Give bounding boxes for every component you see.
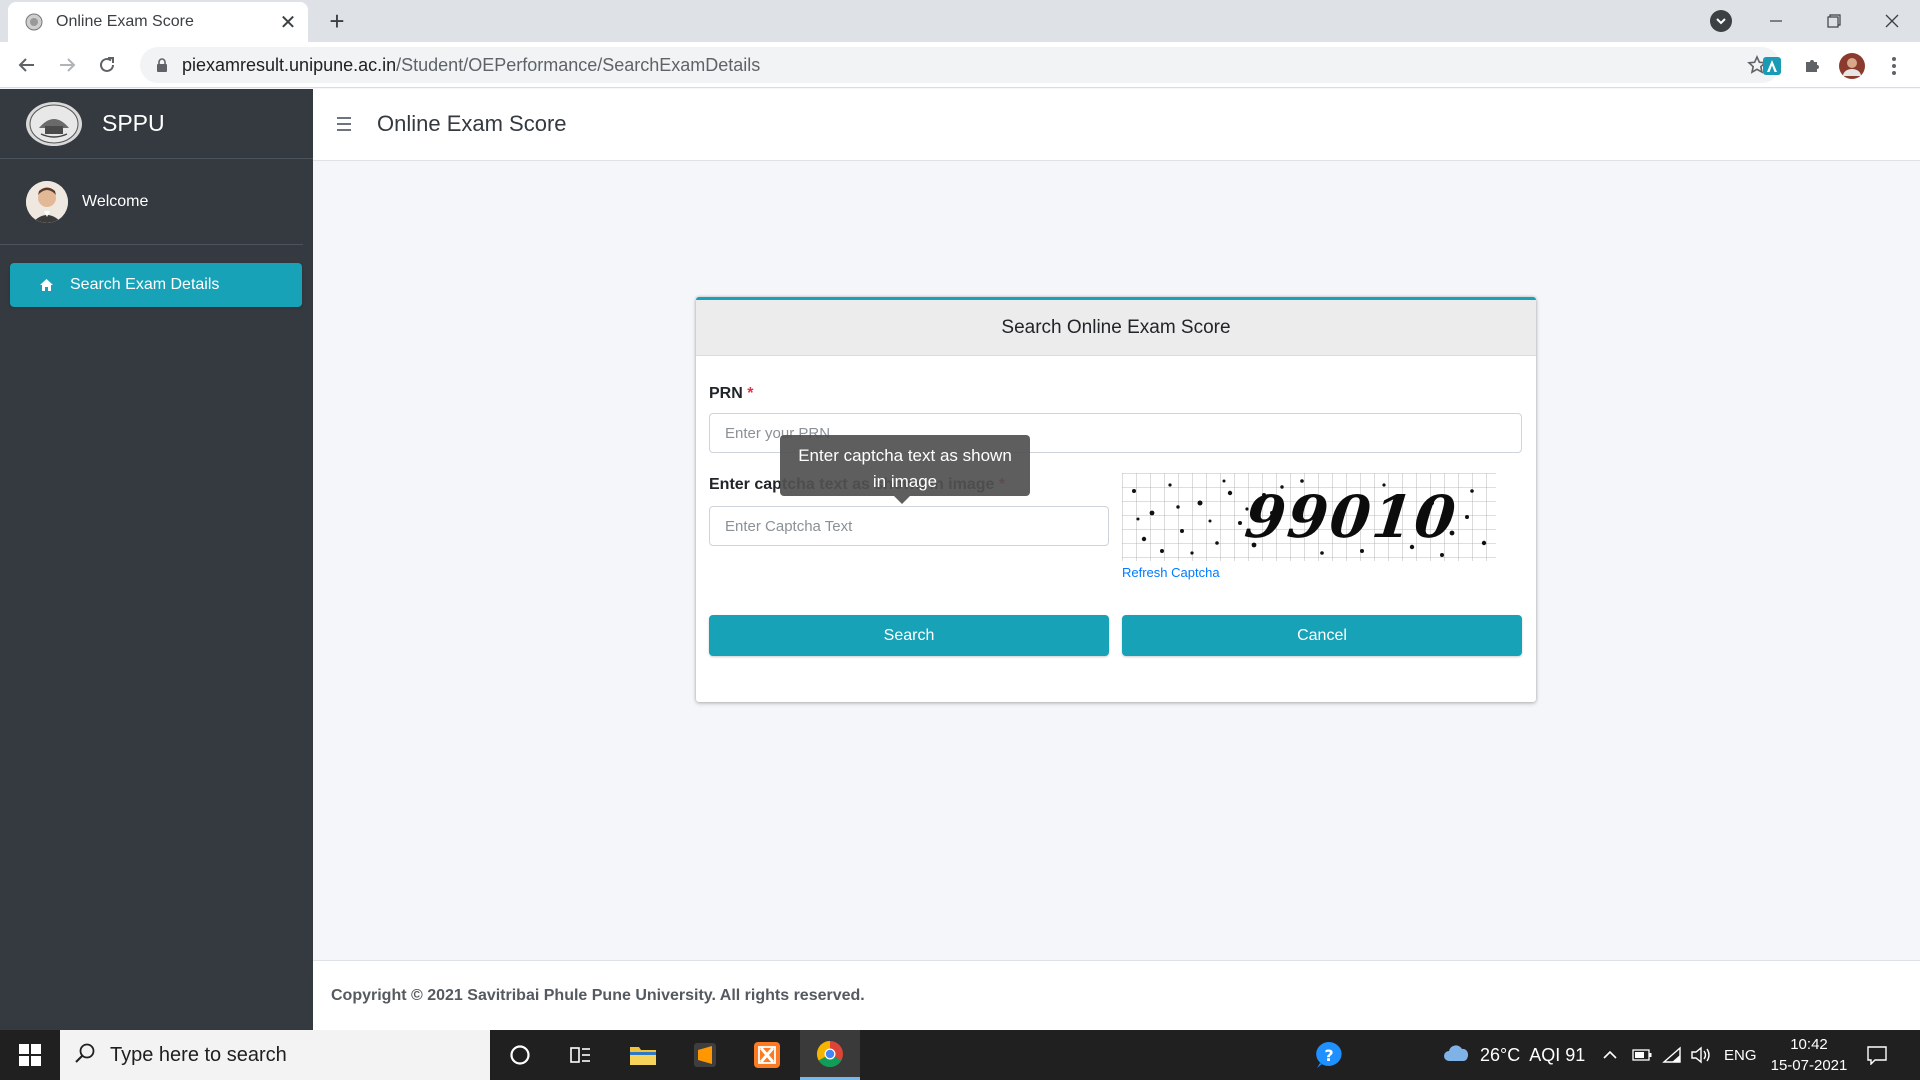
- profile-avatar-icon[interactable]: [1838, 52, 1866, 80]
- lock-icon[interactable]: [154, 57, 170, 73]
- prn-label: PRN *: [709, 385, 753, 403]
- welcome-text: Welcome: [82, 192, 149, 210]
- captcha-input[interactable]: Enter Captcha Text: [709, 506, 1109, 546]
- taskbar-search-box[interactable]: Type here to search: [60, 1030, 490, 1080]
- file-explorer-icon[interactable]: [613, 1030, 673, 1080]
- chevron-up-icon[interactable]: [1602, 1030, 1618, 1080]
- reload-icon[interactable]: [92, 50, 122, 80]
- search-score-card: Search Online Exam Score PRN * Enter you…: [696, 297, 1536, 702]
- volume-icon[interactable]: [1690, 1030, 1712, 1080]
- help-icon[interactable]: ?: [1314, 1030, 1344, 1080]
- chrome-taskbar-icon[interactable]: [800, 1030, 860, 1080]
- sublime-text-icon[interactable]: [675, 1030, 735, 1080]
- sidebar-item-search-exam-details[interactable]: Search Exam Details: [10, 263, 302, 307]
- required-mark: *: [747, 385, 754, 402]
- hamburger-menu-icon[interactable]: [333, 113, 355, 135]
- restore-icon[interactable]: [1806, 0, 1862, 42]
- tab-title: Online Exam Score: [56, 13, 194, 30]
- close-window-icon[interactable]: [1864, 0, 1920, 42]
- card-title: Search Online Exam Score: [696, 300, 1536, 356]
- battery-icon[interactable]: [1632, 1030, 1652, 1080]
- task-view-icon[interactable]: [550, 1030, 610, 1080]
- cancel-button[interactable]: Cancel: [1122, 615, 1522, 656]
- captcha-placeholder: Enter Captcha Text: [725, 517, 853, 535]
- prn-label-text: PRN: [709, 385, 743, 402]
- xampp-icon[interactable]: [737, 1030, 797, 1080]
- home-icon: [38, 277, 54, 293]
- browser-tab-bar: Online Exam Score ✕ +: [0, 0, 1920, 42]
- university-favicon-icon: [24, 12, 44, 32]
- university-logo-icon: [26, 101, 82, 146]
- captcha-image: 99010: [1122, 473, 1496, 561]
- forward-icon[interactable]: [52, 50, 82, 80]
- address-bar[interactable]: piexamresult.unipune.ac.in/Student/OEPer…: [140, 47, 1780, 83]
- clock-date: 15-07-2021: [1770, 1057, 1848, 1074]
- extension-icon[interactable]: [1758, 52, 1786, 80]
- back-icon[interactable]: [12, 50, 42, 80]
- weather-text: 26°C AQI 91: [1480, 1044, 1586, 1065]
- main-header: Online Exam Score: [313, 89, 1920, 161]
- captcha-tooltip: Enter captcha text as shown in image: [780, 435, 1030, 504]
- brand-name: SPPU: [102, 110, 165, 136]
- cloud-icon: [1442, 1043, 1470, 1068]
- extensions-puzzle-icon[interactable]: [1798, 52, 1826, 80]
- browser-toolbar: piexamresult.unipune.ac.in/Student/OEPer…: [0, 42, 1920, 88]
- url-domain: piexamresult.unipune.ac.in: [182, 54, 397, 75]
- weather-widget[interactable]: 26°C AQI 91: [1442, 1030, 1585, 1080]
- minimize-icon[interactable]: [1748, 0, 1804, 42]
- search-button[interactable]: Search: [709, 615, 1109, 656]
- taskbar-clock[interactable]: 10:42 15-07-2021: [1764, 1034, 1854, 1076]
- notification-icon[interactable]: [1866, 1030, 1888, 1080]
- windows-taskbar: Type here to search ? 26°C AQI 91 ENG 10…: [0, 1030, 1920, 1080]
- copyright-text: Copyright © 2021 Savitribai Phule Pune U…: [331, 986, 865, 1004]
- browser-menu-icon[interactable]: [1880, 52, 1908, 80]
- refresh-captcha-link[interactable]: Refresh Captcha: [1122, 565, 1220, 580]
- captcha-text: 99010: [1242, 482, 1461, 551]
- language-indicator[interactable]: ENG: [1724, 1030, 1757, 1080]
- taskbar-search-placeholder: Type here to search: [110, 1043, 287, 1066]
- url-path: /Student/OEPerformance/SearchExamDetails: [396, 54, 761, 75]
- footer: Copyright © 2021 Savitribai Phule Pune U…: [313, 960, 1920, 1030]
- wifi-icon[interactable]: [1662, 1030, 1682, 1080]
- page-title: Online Exam Score: [377, 111, 567, 136]
- cortana-icon[interactable]: [490, 1030, 550, 1080]
- clock-time: 10:42: [1790, 1036, 1828, 1053]
- new-tab-button[interactable]: +: [322, 6, 352, 36]
- tab-search-icon[interactable]: [1710, 10, 1732, 32]
- close-tab-icon[interactable]: ✕: [276, 10, 300, 34]
- sidebar-item-label: Search Exam Details: [70, 276, 220, 293]
- windows-start-icon[interactable]: [0, 1030, 60, 1080]
- sidebar: SPPU Welcome Search Exam Details: [0, 89, 313, 1030]
- user-panel: Welcome: [0, 159, 303, 245]
- browser-tab[interactable]: Online Exam Score ✕: [8, 2, 308, 42]
- search-icon: [74, 1042, 96, 1069]
- svg-text:?: ?: [1324, 1046, 1333, 1065]
- avatar: [26, 180, 68, 223]
- url-text: piexamresult.unipune.ac.in/Student/OEPer…: [182, 55, 760, 76]
- brand[interactable]: SPPU: [0, 89, 313, 159]
